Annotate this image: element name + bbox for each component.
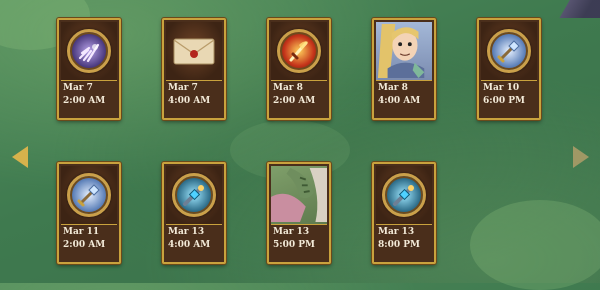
blue-gem-weapon-icon <box>172 173 216 217</box>
event-card-5[interactable]: Mar 10 6:00 PM <box>477 18 541 120</box>
card-date: Mar 7 <box>168 83 198 93</box>
corner-decoration <box>552 0 600 18</box>
card-date: Mar 13 <box>378 227 415 237</box>
event-card-7[interactable]: Mar 13 4:00 AM <box>162 162 226 264</box>
magic-hand-icon <box>67 29 111 73</box>
card-time: 8:00 PM <box>378 240 420 250</box>
card-time: 2:00 AM <box>63 96 106 106</box>
card-date: Mar 10 <box>483 83 520 93</box>
card-date: Mar 11 <box>63 227 100 237</box>
event-card-4[interactable]: Mar 8 4:00 AM <box>372 18 436 120</box>
event-card-8[interactable]: Mar 13 5:00 PM <box>267 162 331 264</box>
event-card-1[interactable]: Mar 7 2:00 AM <box>57 18 121 120</box>
blue-gem-weapon-icon <box>382 173 426 217</box>
event-card-6[interactable]: Mar 11 2:00 AM <box>57 162 121 264</box>
card-time: 4:00 AM <box>168 240 211 250</box>
card-date: Mar 8 <box>273 83 303 93</box>
hero-portrait-icon <box>377 23 425 79</box>
card-date: Mar 8 <box>378 83 408 93</box>
gem-staff-icon <box>67 173 111 217</box>
card-time: 4:00 AM <box>168 96 211 106</box>
card-time: 6:00 PM <box>483 96 525 106</box>
event-card-9[interactable]: Mar 13 8:00 PM <box>372 162 436 264</box>
card-date: Mar 7 <box>63 83 93 93</box>
background-foliage <box>470 200 600 290</box>
card-time: 2:00 AM <box>273 96 316 106</box>
creature-portrait-icon <box>271 167 327 223</box>
nav-prev-button[interactable] <box>12 146 28 168</box>
card-time: 4:00 AM <box>378 96 421 106</box>
gem-staff-icon <box>487 29 531 73</box>
card-time: 5:00 PM <box>273 240 315 250</box>
nav-next-button[interactable] <box>573 146 589 168</box>
event-card-3[interactable]: Mar 8 2:00 AM <box>267 18 331 120</box>
fire-sword-icon <box>277 29 321 73</box>
event-card-2[interactable]: Mar 7 4:00 AM <box>162 18 226 120</box>
card-date: Mar 13 <box>168 227 205 237</box>
card-date: Mar 13 <box>273 227 310 237</box>
sealed-letter-icon <box>173 38 215 65</box>
card-time: 2:00 AM <box>63 240 106 250</box>
